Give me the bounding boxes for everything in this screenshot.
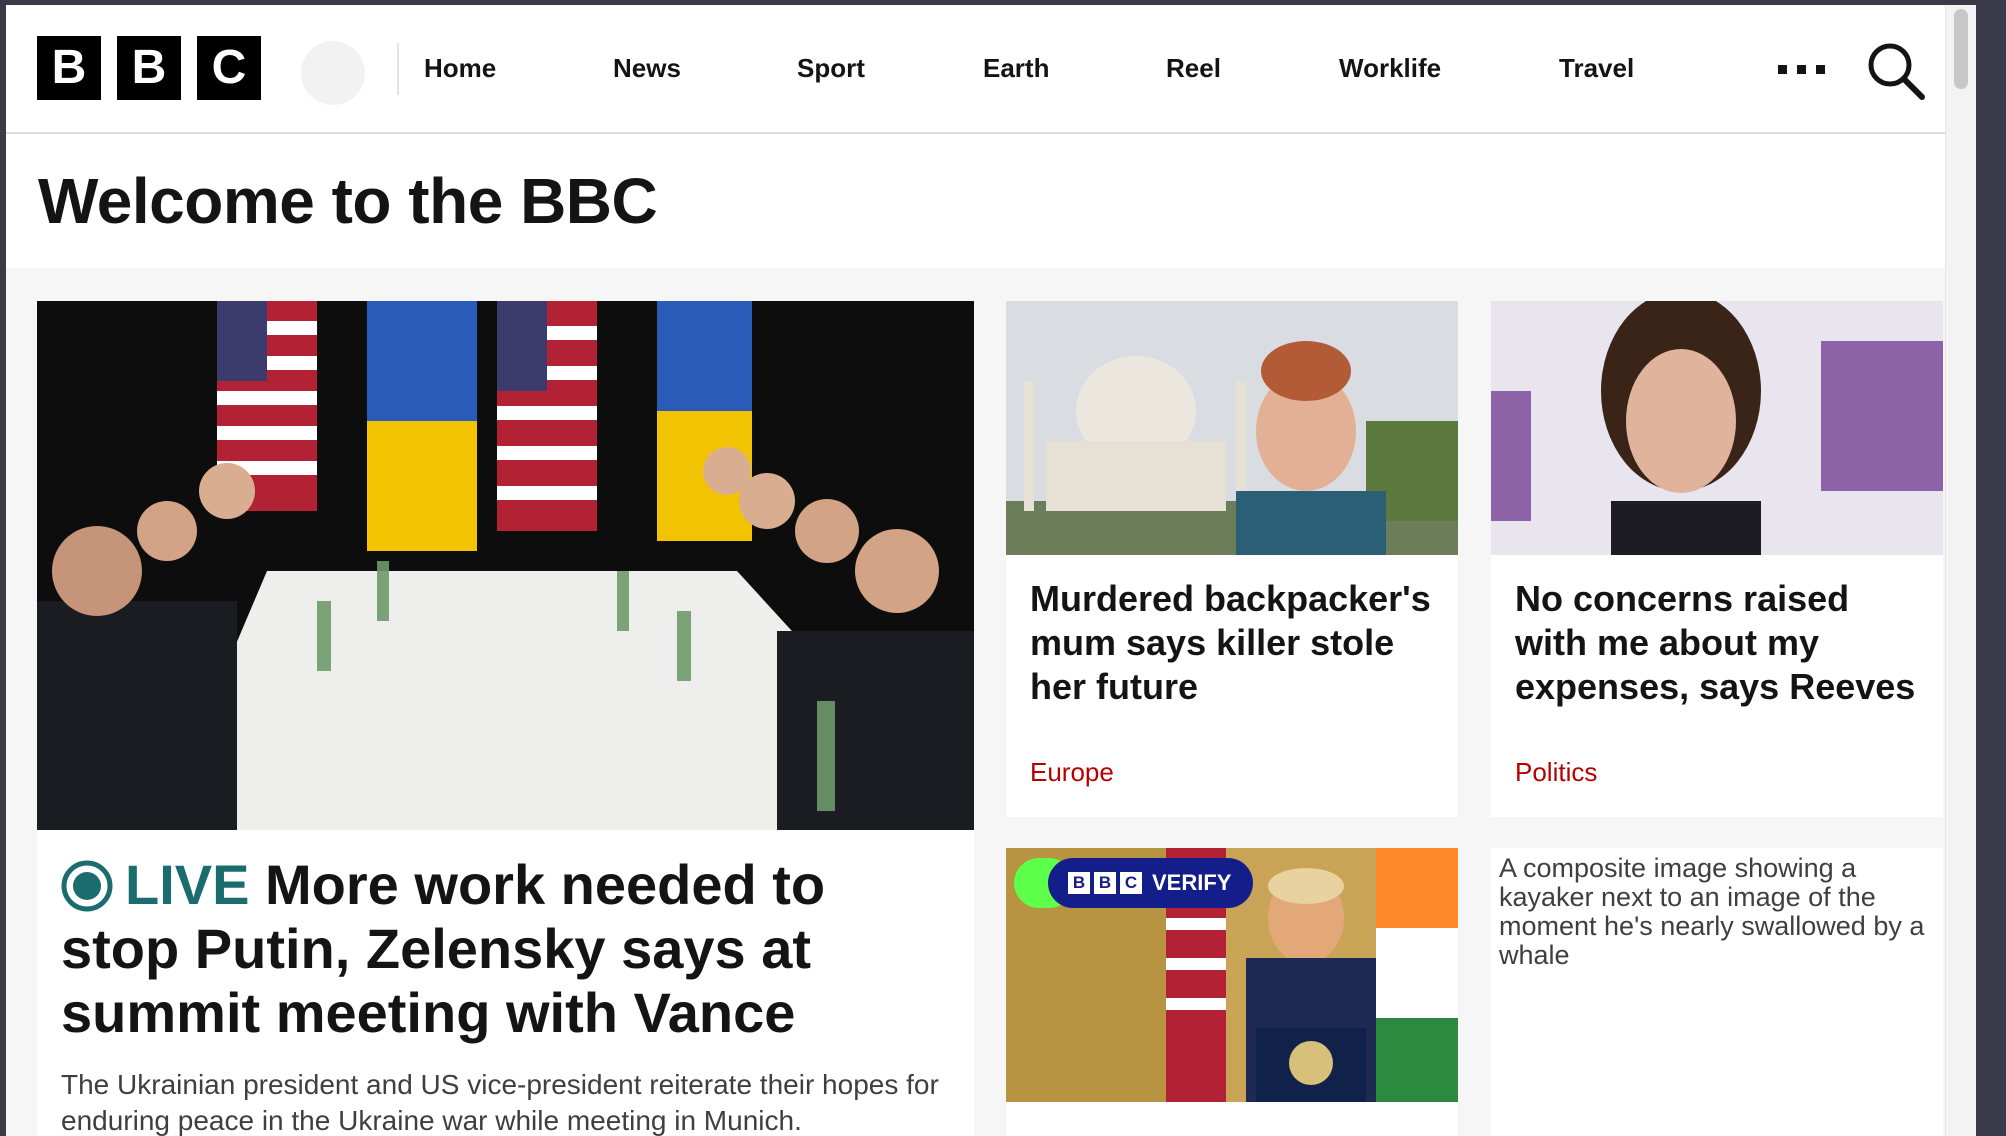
story-topic-link[interactable]: Politics: [1515, 757, 1597, 788]
story-image-placeholder[interactable]: A composite image showing a kayaker next…: [1491, 848, 1943, 1102]
story-card-kayaker[interactable]: A composite image showing a kayaker next…: [1491, 848, 1943, 1136]
more-dots-icon[interactable]: [1778, 65, 1826, 75]
story-headline[interactable]: No concerns raised with me about my expe…: [1515, 577, 1925, 709]
story-card-backpacker[interactable]: Murdered backpacker's mum says killer st…: [1006, 301, 1458, 817]
lead-story-text: LIVE More work needed to stop Putin, Zel…: [61, 853, 941, 1136]
bbc-logo[interactable]: B B C: [37, 36, 261, 100]
account-avatar-button[interactable]: [301, 41, 365, 105]
nav-item-worklife[interactable]: Worklife: [1339, 53, 1441, 84]
story-headline[interactable]: Murdered backpacker's mum says killer st…: [1030, 577, 1440, 709]
nav-item-sport[interactable]: Sport: [797, 53, 865, 84]
live-icon: [61, 860, 113, 912]
story-image[interactable]: B B C VERIFY: [1006, 848, 1458, 1102]
bbc-mini-logo: B B C: [1068, 872, 1142, 894]
lead-story-image[interactable]: [37, 301, 974, 830]
logo-letter: B: [1094, 872, 1116, 894]
logo-letter: B: [1068, 872, 1090, 894]
logo-letter: C: [1120, 872, 1142, 894]
story-card-reeves[interactable]: No concerns raised with me about my expe…: [1491, 301, 1943, 817]
nav-item-news[interactable]: News: [613, 53, 681, 84]
live-label: LIVE: [125, 853, 250, 916]
nav-item-reel[interactable]: Reel: [1166, 53, 1221, 84]
logo-letter: C: [197, 36, 261, 100]
story-card-verify[interactable]: B B C VERIFY: [1006, 848, 1458, 1136]
scrollbar[interactable]: [1945, 5, 1976, 1136]
lead-story-summary: The Ukrainian president and US vice-pres…: [61, 1069, 939, 1136]
story-image[interactable]: [1006, 301, 1458, 555]
lead-story-headline[interactable]: LIVE More work needed to stop Putin, Zel…: [61, 853, 941, 1045]
story-image[interactable]: [1491, 301, 1943, 555]
page-title: Welcome to the BBC: [38, 165, 658, 237]
nav-divider: [397, 43, 399, 95]
lead-story-card[interactable]: LIVE More work needed to stop Putin, Zel…: [37, 301, 974, 1136]
welcome-band: Welcome to the BBC: [6, 134, 1976, 268]
scrollbar-thumb[interactable]: [1954, 9, 1968, 89]
logo-letter: B: [117, 36, 181, 100]
bbc-verify-badge: B B C VERIFY: [1048, 858, 1254, 908]
logo-letter: B: [37, 36, 101, 100]
image-alt-text: A composite image showing a kayaker next…: [1499, 853, 1925, 970]
verify-label: VERIFY: [1152, 870, 1232, 895]
site-header: B B C Home News Sport Earth Reel Worklif…: [6, 5, 1976, 134]
browser-window: B B C Home News Sport Earth Reel Worklif…: [6, 5, 1976, 1136]
search-icon[interactable]: [1866, 41, 1926, 101]
nav-item-travel[interactable]: Travel: [1559, 53, 1634, 84]
nav-item-home[interactable]: Home: [424, 53, 496, 84]
nav-item-earth[interactable]: Earth: [983, 53, 1049, 84]
story-topic-link[interactable]: Europe: [1030, 757, 1114, 788]
